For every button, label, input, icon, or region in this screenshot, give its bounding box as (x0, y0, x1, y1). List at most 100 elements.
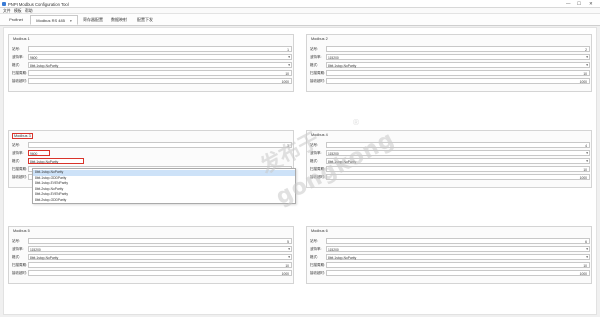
panel-title: Modbus 3 (12, 133, 33, 139)
baud-row: 波特率: 115200 ▾ (12, 246, 292, 252)
format-label: 格式: (12, 62, 20, 67)
scan-input[interactable]: 10 (28, 262, 292, 268)
station-label: 站号: (12, 238, 20, 243)
timeout-input[interactable]: 1000 (28, 78, 292, 84)
close-button[interactable]: ✕ (589, 1, 593, 7)
baud-label: 波特率: (12, 150, 24, 155)
app-icon (2, 2, 6, 6)
chevron-down-icon[interactable]: ▾ (288, 63, 290, 67)
station-row: 站号: 4 (310, 142, 590, 148)
station-input[interactable]: 4 (326, 142, 590, 148)
baud-label: 波特率: (310, 54, 322, 59)
chevron-down-icon[interactable]: ▾ (586, 55, 588, 59)
baud-label: 波特率: (12, 246, 24, 251)
baud-value: 9600 (30, 151, 38, 156)
tab-data-mapping[interactable]: 数据映射 (108, 15, 130, 25)
scan-input[interactable]: 10 (326, 166, 590, 172)
tab-bar: Profinet Modbus RS 485 ▾ 寄存器配置 数据映射 配置下发 (0, 14, 600, 26)
timeout-input[interactable]: 1000 (28, 270, 292, 276)
format-row: 格式: 8bit-1stop-NoParity ▾ (12, 62, 292, 68)
format-label: 格式: (12, 158, 20, 163)
format-value: 8bit-1stop-NoParity (30, 255, 59, 260)
scan-input[interactable]: 10 (326, 262, 590, 268)
scan-label: 扫描周期: (12, 262, 27, 267)
panel-title: Modbus 6 (311, 229, 328, 233)
format-row: 格式: 8bit-1stop-NoParity ▾ (310, 254, 590, 260)
timeout-value: 1000 (579, 271, 587, 276)
timeout-row: 接收超时: 1000 (310, 78, 590, 84)
chevron-down-icon[interactable]: ▾ (288, 247, 290, 251)
format-row: 格式: 8bit-1stop-NoParity ▾ (310, 158, 590, 164)
chevron-down-icon[interactable]: ▾ (586, 255, 588, 259)
timeout-input[interactable]: 1000 (326, 174, 590, 180)
format-select[interactable]: 8bit-1stop-NoParity ▾ (28, 254, 292, 260)
chevron-down-icon[interactable]: ▾ (288, 255, 290, 259)
chevron-down-icon[interactable]: ▾ (586, 151, 588, 155)
format-select[interactable]: 8bit-1stop-NoParity (28, 158, 84, 164)
baud-row: 波特率: 115200 ▾ (310, 246, 590, 252)
station-input[interactable]: 2 (326, 46, 590, 52)
format-dropdown-list[interactable]: 8bit-1stop-NoParity 8bit-1stop-ODDParity… (32, 168, 296, 204)
format-select[interactable]: 8bit-1stop-NoParity ▾ (326, 62, 590, 68)
timeout-input[interactable]: 1000 (326, 78, 590, 84)
scan-value: 10 (583, 71, 587, 76)
timeout-row: 接收超时: 1000 (12, 270, 292, 276)
scan-label: 扫描周期: (12, 70, 27, 75)
station-input[interactable]: 6 (326, 238, 590, 244)
station-input[interactable]: 1 (28, 46, 292, 52)
format-value: 8bit-1stop-NoParity (30, 159, 59, 164)
chevron-down-icon[interactable]: ▾ (586, 159, 588, 163)
scan-input[interactable]: 10 (326, 70, 590, 76)
format-select[interactable]: 8bit-1stop-NoParity ▾ (326, 254, 590, 260)
station-label: 站号: (12, 46, 20, 51)
tab-modbus-rs485[interactable]: Modbus RS 485 ▾ (30, 15, 78, 25)
modbus-panel-2: Modbus 2 站号: 2 波特率: 115200 ▾ 格式: 8bit-1s… (306, 34, 592, 92)
baud-row: 波特率: 9600 (12, 150, 292, 156)
chevron-down-icon[interactable]: ▾ (586, 247, 588, 251)
timeout-row: 接收超时: 1000 (12, 78, 292, 84)
scan-input[interactable]: 10 (28, 70, 292, 76)
tab-register-config[interactable]: 寄存器配置 (80, 15, 106, 25)
format-label: 格式: (310, 62, 318, 67)
format-select[interactable]: 8bit-1stop-NoParity ▾ (28, 62, 292, 68)
baud-select[interactable]: 115200 ▾ (326, 54, 590, 60)
station-value: 5 (287, 239, 289, 244)
timeout-label: 接收超时: (12, 78, 27, 83)
timeout-row: 接收超时: 1000 (310, 270, 590, 276)
station-label: 站号: (310, 238, 318, 243)
dropdown-option[interactable]: 8bit-2stop-ODDParity (33, 198, 295, 204)
scan-value: 10 (285, 71, 289, 76)
minimize-button[interactable]: — (566, 1, 571, 7)
chevron-down-icon[interactable]: ▾ (586, 63, 588, 67)
scan-label: 扫描周期: (310, 262, 325, 267)
baud-label: 波特率: (310, 246, 322, 251)
baud-label: 波特率: (12, 54, 24, 59)
format-row: 格式: 8bit-1stop-NoParity (12, 158, 292, 164)
baud-select[interactable]: 9600 (28, 150, 50, 156)
tab-config-download[interactable]: 配置下发 (132, 15, 158, 25)
baud-select[interactable]: 115200 ▾ (326, 150, 590, 156)
station-input[interactable]: 5 (28, 238, 292, 244)
baud-select[interactable]: 9600 ▾ (28, 54, 292, 60)
timeout-value: 1000 (579, 175, 587, 180)
timeout-label: 接收超时: (310, 174, 325, 179)
station-input[interactable]: 3 (28, 142, 292, 148)
station-value: 4 (585, 143, 587, 148)
baud-value: 115200 (328, 151, 339, 156)
panel-title: Modbus 5 (13, 229, 30, 233)
scan-label: 扫描周期: (310, 166, 325, 171)
tab-profinet[interactable]: Profinet (4, 15, 28, 25)
scan-row: 扫描周期: 10 (12, 70, 292, 76)
maximize-button[interactable]: ☐ (577, 1, 581, 7)
baud-select[interactable]: 115200 ▾ (326, 246, 590, 252)
station-label: 站号: (12, 142, 20, 147)
baud-select[interactable]: 115200 ▾ (28, 246, 292, 252)
format-select[interactable]: 8bit-1stop-NoParity ▾ (326, 158, 590, 164)
timeout-label: 接收超时: (12, 174, 27, 179)
baud-row: 波特率: 9600 ▾ (12, 54, 292, 60)
baud-label: 波特率: (310, 150, 322, 155)
modbus-panel-5: Modbus 5 站号: 5 波特率: 115200 ▾ 格式: 8bit-1s… (8, 226, 294, 284)
timeout-input[interactable]: 1000 (326, 270, 590, 276)
station-row: 站号: 1 (12, 46, 292, 52)
chevron-down-icon[interactable]: ▾ (288, 55, 290, 59)
